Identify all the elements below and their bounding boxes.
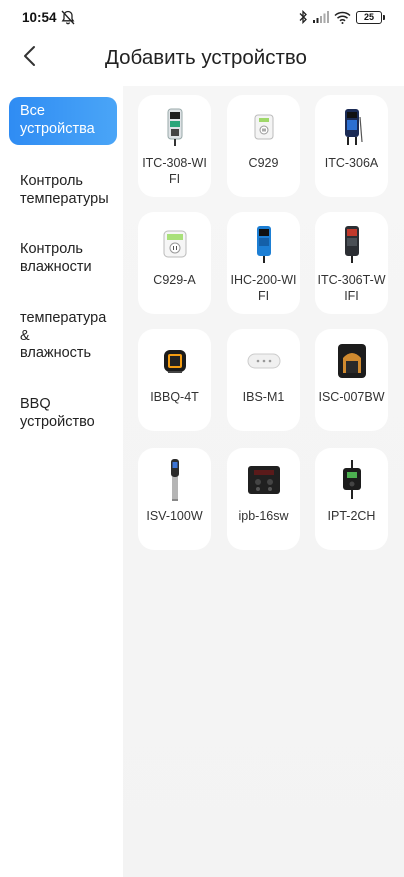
device-name: ITC-306A bbox=[324, 156, 379, 170]
page-title: Добавить устройство bbox=[105, 46, 307, 69]
device-name: IBS-M1 bbox=[242, 390, 285, 404]
device-name: IHC-200-WIFI bbox=[230, 273, 297, 303]
category-label: BBQ устройство bbox=[20, 396, 95, 430]
bbq-thermometer-icon bbox=[163, 350, 186, 373]
category-temperature-control[interactable]: Контроль температуры bbox=[9, 173, 117, 213]
humidity-controller-icon bbox=[256, 226, 271, 263]
sous-vide-icon bbox=[170, 459, 179, 501]
status-icons: 25 bbox=[299, 9, 385, 25]
category-label: Контроль влажности bbox=[20, 241, 92, 275]
device-name: ipb-16sw bbox=[238, 509, 289, 523]
device-card[interactable]: ITC-306A bbox=[315, 95, 388, 197]
wifi-icon bbox=[334, 11, 351, 24]
dual-probe-controller-icon bbox=[344, 109, 363, 145]
category-all-devices[interactable]: Все устройства bbox=[9, 97, 117, 145]
device-name: ITC-306T-WIFI bbox=[317, 273, 386, 303]
device-grid: ITC-308-WIFI C929 ITC-306A C929-A IHC-20… bbox=[123, 86, 404, 877]
plug-display-icon bbox=[163, 230, 186, 258]
smart-camera-icon bbox=[337, 344, 366, 378]
battery-icon: 25 bbox=[356, 10, 385, 24]
device-card[interactable]: ITC-308-WIFI bbox=[138, 95, 211, 197]
device-card[interactable]: ISC-007BW bbox=[315, 329, 388, 431]
category-sidebar: Все устройства Контроль температуры Конт… bbox=[0, 86, 123, 877]
category-label: температура & влажность bbox=[20, 310, 107, 361]
device-name: IBBQ-4T bbox=[150, 390, 199, 404]
category-humidity-control[interactable]: Контроль влажности bbox=[9, 241, 117, 281]
category-label: Все устройства bbox=[20, 103, 95, 137]
smart-plug-icon bbox=[254, 114, 273, 140]
category-label: Контроль температуры bbox=[20, 173, 109, 207]
device-card[interactable]: C929 bbox=[227, 95, 300, 197]
bell-muted-icon bbox=[61, 10, 75, 25]
bluetooth-icon bbox=[299, 10, 307, 24]
device-card[interactable]: ISV-100W bbox=[138, 448, 211, 550]
timer-controller-icon bbox=[344, 226, 359, 263]
status-time: 10:54 bbox=[22, 10, 57, 25]
device-card[interactable]: IPT-2CH bbox=[315, 448, 388, 550]
status-bar: 10:54 25 bbox=[0, 0, 404, 36]
device-card[interactable]: C929-A bbox=[138, 212, 211, 314]
category-temp-humidity[interactable]: температура & влажность bbox=[9, 310, 117, 366]
device-name: C929 bbox=[248, 156, 279, 170]
device-card[interactable]: IBS-M1 bbox=[227, 329, 300, 431]
device-card[interactable]: ITC-306T-WIFI bbox=[315, 212, 388, 314]
device-card[interactable]: IHC-200-WIFI bbox=[227, 212, 300, 314]
power-strip-icon bbox=[247, 466, 280, 494]
device-name: ISV-100W bbox=[146, 509, 203, 523]
device-card[interactable]: IBBQ-4T bbox=[138, 329, 211, 431]
header: Добавить устройство bbox=[0, 36, 404, 86]
device-name: C929-A bbox=[153, 273, 196, 287]
gateway-icon bbox=[247, 353, 280, 369]
thermostat-controller-icon bbox=[167, 108, 182, 146]
device-name: ISC-007BW bbox=[318, 390, 385, 404]
device-card[interactable]: ipb-16sw bbox=[227, 448, 300, 550]
category-bbq-device[interactable]: BBQ устройство bbox=[9, 396, 117, 436]
plug-timer-icon bbox=[342, 460, 361, 499]
device-name: ITC-308-WIFI bbox=[142, 156, 207, 186]
device-name: IPT-2CH bbox=[327, 509, 376, 523]
signal-icon bbox=[313, 11, 329, 23]
